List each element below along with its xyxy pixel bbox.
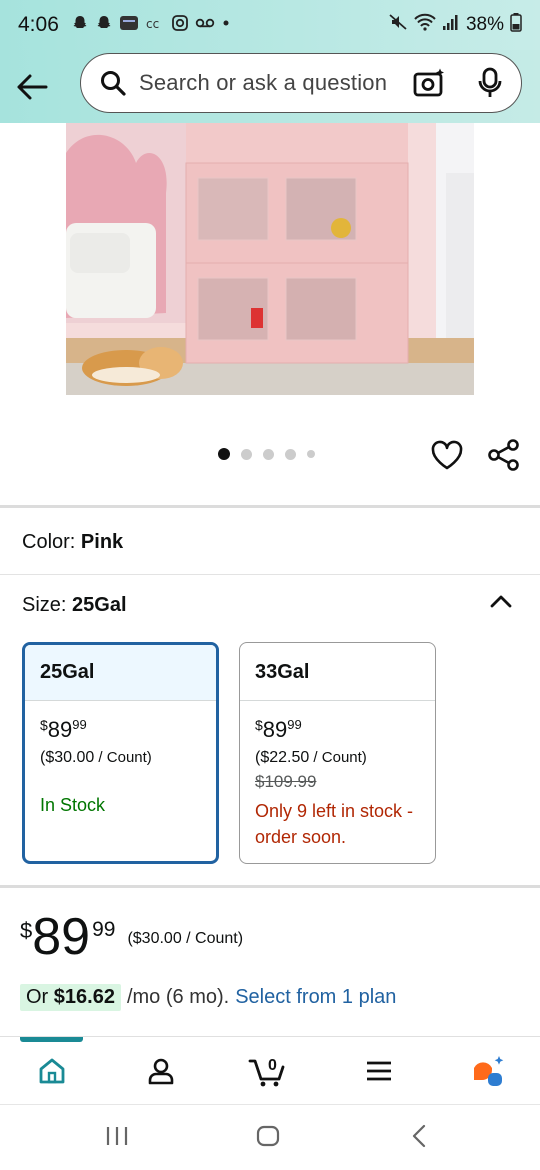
color-selector[interactable]: Color: Pink <box>22 531 123 554</box>
search-placeholder: Search or ask a question <box>139 70 388 95</box>
menu-icon <box>367 1061 391 1081</box>
size-option-25gal[interactable]: 25Gal $8999 ($30.00 / Count) In Stock <box>22 642 219 864</box>
row-divider <box>0 574 540 575</box>
instagram-icon <box>171 14 189 37</box>
status-right: 38% <box>388 12 522 38</box>
availability-status: Only 9 left in stock - order soon. <box>255 801 414 847</box>
recent-apps-icon <box>106 1127 128 1145</box>
snapchat-icon-2 <box>95 14 113 37</box>
share-icon <box>488 439 519 471</box>
nav-home[interactable] <box>30 1051 74 1091</box>
carousel-indicator[interactable] <box>218 448 315 460</box>
carousel-dot-4[interactable] <box>285 448 296 460</box>
size-option-unit-price: ($22.50 / Count) <box>255 749 367 766</box>
microphone-icon <box>478 67 502 97</box>
camera-search-button[interactable] <box>413 67 447 104</box>
battery-icon <box>510 12 522 38</box>
camera-sparkle-icon <box>413 68 444 97</box>
price-per-unit: ($30.00 / Count) <box>127 930 244 947</box>
size-option-33gal[interactable]: 33Gal $8999 ($22.50 / Count) $109.99 Onl… <box>239 642 436 864</box>
chevron-up-icon <box>490 595 512 608</box>
nav-menu[interactable] <box>357 1051 401 1091</box>
heart-icon <box>431 440 463 470</box>
back-system-button[interactable] <box>408 1123 432 1154</box>
size-label: Size: <box>22 594 67 616</box>
carousel-dot-2[interactable] <box>241 448 252 460</box>
status-time: 4:06 <box>18 13 59 36</box>
product-price: $ 89 99 ($30.00 / Count) <box>20 910 243 964</box>
carousel-dot-3[interactable] <box>263 448 274 460</box>
size-value: 25Gal <box>72 594 127 616</box>
rufus-icon <box>474 1056 504 1086</box>
color-value: Pink <box>80 531 124 553</box>
section-divider <box>0 505 540 508</box>
search-input[interactable]: Search or ask a question <box>80 53 522 113</box>
cc-icon: cc <box>145 14 165 37</box>
add-to-list-button[interactable] <box>429 437 465 473</box>
svg-text:cc: cc <box>146 17 159 31</box>
signal-icon <box>442 12 460 38</box>
installment-badge: Or $16.62 <box>20 984 121 1011</box>
installment-offer: Or $16.62 /mo (6 mo). Select from 1 plan <box>20 984 396 1011</box>
back-arrow-icon <box>17 74 48 99</box>
product-image[interactable] <box>66 123 474 395</box>
size-option-title: 33Gal <box>240 643 435 701</box>
home-circle-icon <box>256 1125 280 1147</box>
collapse-size-button[interactable] <box>488 590 514 612</box>
active-tab-indicator <box>20 1037 83 1042</box>
home-icon <box>39 1058 65 1084</box>
voice-search-button[interactable] <box>477 67 503 104</box>
availability-status: In Stock <box>40 795 106 815</box>
nav-rufus-assistant[interactable] <box>466 1051 510 1091</box>
product-photo <box>66 123 474 395</box>
back-chevron-icon <box>412 1124 426 1148</box>
home-system-button[interactable] <box>256 1123 280 1154</box>
app-header: Search or ask a question <box>0 50 540 123</box>
bottom-nav: 0 <box>0 1036 540 1104</box>
share-button[interactable] <box>486 437 522 473</box>
status-bar: 4:06 cc 38% <box>0 0 540 50</box>
system-nav-bar <box>0 1104 540 1170</box>
installment-term: /mo (6 mo). <box>126 986 230 1008</box>
section-divider <box>0 885 540 888</box>
size-option-price: $8999 <box>255 717 302 742</box>
size-option-unit-price: ($30.00 / Count) <box>40 749 152 766</box>
search-icon <box>101 71 126 96</box>
carousel-dot-1[interactable] <box>218 448 230 460</box>
size-option-title: 25Gal <box>25 645 216 701</box>
dot-icon <box>221 14 231 37</box>
recent-apps-button[interactable] <box>105 1123 129 1154</box>
snapchat-icon <box>71 14 89 37</box>
mute-icon <box>388 12 408 38</box>
cart-count: 0 <box>268 1057 277 1074</box>
price-fraction: 99 <box>92 918 116 941</box>
price-whole: 89 <box>32 908 91 966</box>
price-symbol: $ <box>20 918 33 943</box>
carousel-dot-5[interactable] <box>307 450 315 458</box>
back-button[interactable] <box>2 57 62 117</box>
wifi-icon <box>414 12 436 38</box>
nav-cart[interactable]: 0 <box>247 1051 291 1091</box>
app-notification-icon <box>119 14 139 37</box>
voicemail-icon <box>195 14 215 37</box>
status-left: 4:06 cc <box>18 13 231 37</box>
cart-icon: 0 <box>248 1057 285 1087</box>
color-label: Color: <box>22 531 76 553</box>
list-price: $109.99 <box>255 772 317 791</box>
size-selector[interactable]: Size: 25Gal <box>22 594 127 617</box>
battery-percent: 38% <box>465 14 504 35</box>
person-icon <box>148 1058 174 1085</box>
select-plan-link[interactable]: Select from 1 plan <box>235 986 396 1009</box>
nav-account[interactable] <box>139 1051 183 1091</box>
size-option-price: $8999 <box>40 717 87 742</box>
